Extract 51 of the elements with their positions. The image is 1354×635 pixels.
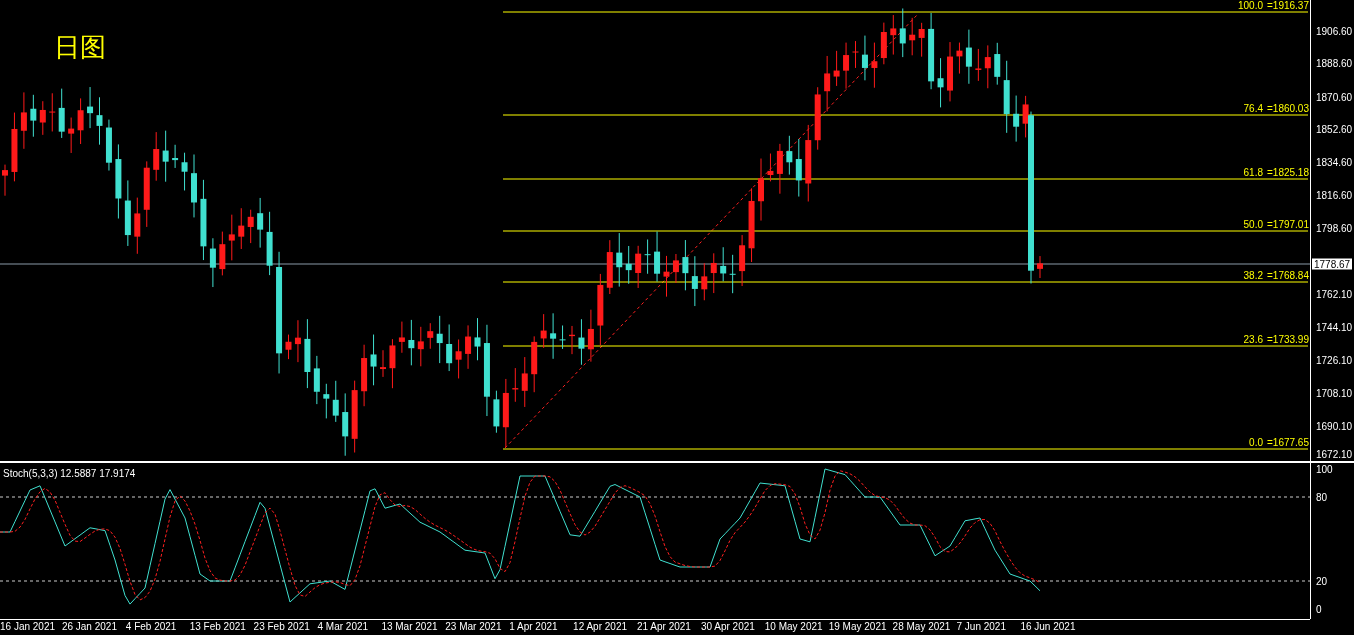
date-axis-label: 23 Feb 2021 [253, 621, 310, 632]
fib-ratio-label: 0.0 [1249, 437, 1263, 448]
fib-ratio-label: 23.6 [1243, 334, 1263, 345]
date-axis-label: 16 Jun 2021 [1020, 621, 1076, 632]
chart-title-label: 日图 [54, 32, 106, 62]
indicator-label: Stoch(5,3,3) 12.5887 17.9174 [3, 468, 136, 480]
price-axis-label: 1726.10 [1316, 354, 1353, 366]
date-axis-label: 21 Apr 2021 [637, 621, 691, 632]
fib-ratio-label: 61.8 [1243, 167, 1263, 178]
fib-price-label: =1860.03 [1267, 103, 1309, 114]
fib-ratio-label: 100.0 [1237, 0, 1263, 11]
date-axis-label: 13 Mar 2021 [381, 621, 438, 632]
indicator-axis-label: 80 [1316, 491, 1328, 503]
price-axis-label: 1834.60 [1316, 156, 1353, 168]
date-axis-label: 23 Mar 2021 [445, 621, 502, 632]
price-axis-label: 1672.10 [1316, 448, 1353, 460]
price-axis-label: 1888.60 [1316, 57, 1353, 69]
date-axis-label: 16 Jan 2021 [0, 621, 56, 632]
fib-ratio-label: 38.2 [1243, 270, 1263, 281]
date-axis-label: 10 May 2021 [764, 621, 823, 632]
fib-price-label: =1825.18 [1267, 167, 1309, 178]
price-axis-label: 1798.60 [1316, 222, 1353, 234]
price-axis-label: 1816.60 [1316, 189, 1353, 201]
fib-price-label: =1797.01 [1267, 219, 1309, 230]
date-axis-label: 1 Apr 2021 [509, 621, 558, 632]
fib-price-label: =1768.84 [1267, 270, 1309, 281]
date-axis-label: 4 Mar 2021 [317, 621, 369, 632]
price-axis-label: 1852.60 [1316, 123, 1353, 135]
fib-price-label: =1733.99 [1267, 334, 1309, 345]
price-axis-label: 1906.60 [1316, 25, 1353, 37]
indicator-axis-label: 0 [1316, 603, 1322, 615]
date-axis-label: 4 Feb 2021 [125, 621, 177, 632]
fib-ratio-label: 50.0 [1243, 219, 1263, 230]
date-axis-label: 7 Jun 2021 [956, 621, 1006, 632]
price-axis-label: 1690.10 [1316, 420, 1353, 432]
fib-ratio-label: 76.4 [1243, 103, 1263, 114]
date-axis-label: 13 Feb 2021 [189, 621, 246, 632]
date-axis-label: 26 Jan 2021 [61, 621, 117, 632]
date-axis-label: 30 Apr 2021 [700, 621, 755, 632]
indicator-axis-label: 20 [1316, 575, 1328, 587]
date-axis-label: 28 May 2021 [892, 621, 951, 632]
price-axis-label: 1708.10 [1316, 387, 1353, 399]
price-axis-label: 1762.10 [1316, 288, 1353, 300]
price-axis-label: 1744.10 [1316, 321, 1353, 333]
current-price-label: 1778.67 [1312, 258, 1353, 270]
indicator-axis-label: 100 [1316, 463, 1333, 475]
fib-price-label: =1677.65 [1267, 437, 1309, 448]
date-axis-label: 12 Apr 2021 [573, 621, 628, 632]
date-axis-label: 19 May 2021 [828, 621, 887, 632]
price-axis-label: 1870.60 [1316, 91, 1353, 103]
fib-price-label: =1916.37 [1267, 0, 1309, 11]
